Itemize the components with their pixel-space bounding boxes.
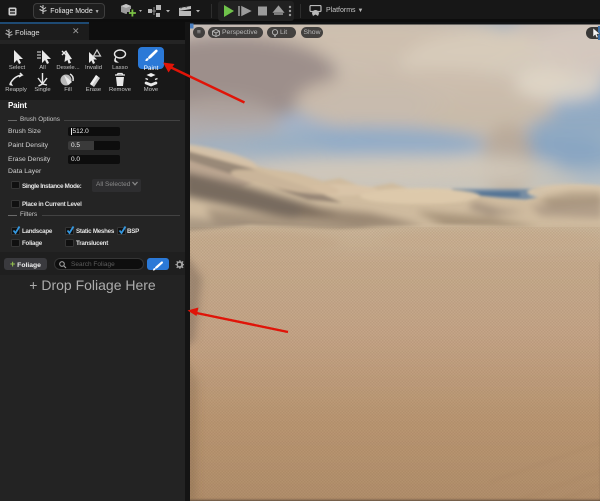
svg-text:Invalid: Invalid <box>85 65 102 71</box>
svg-text:Remove: Remove <box>109 87 132 93</box>
svg-text:Fill: Fill <box>64 87 72 93</box>
svg-text:Lasso: Lasso <box>112 65 128 71</box>
svg-text:Select: Select <box>9 65 26 71</box>
svg-text:Reapply: Reapply <box>5 87 27 93</box>
svg-text:Single: Single <box>34 87 51 93</box>
svg-text:Move: Move <box>144 87 159 93</box>
svg-text:Erase: Erase <box>86 87 102 93</box>
svg-text:Desele...: Desele... <box>56 65 80 71</box>
svg-text:All: All <box>39 65 46 71</box>
